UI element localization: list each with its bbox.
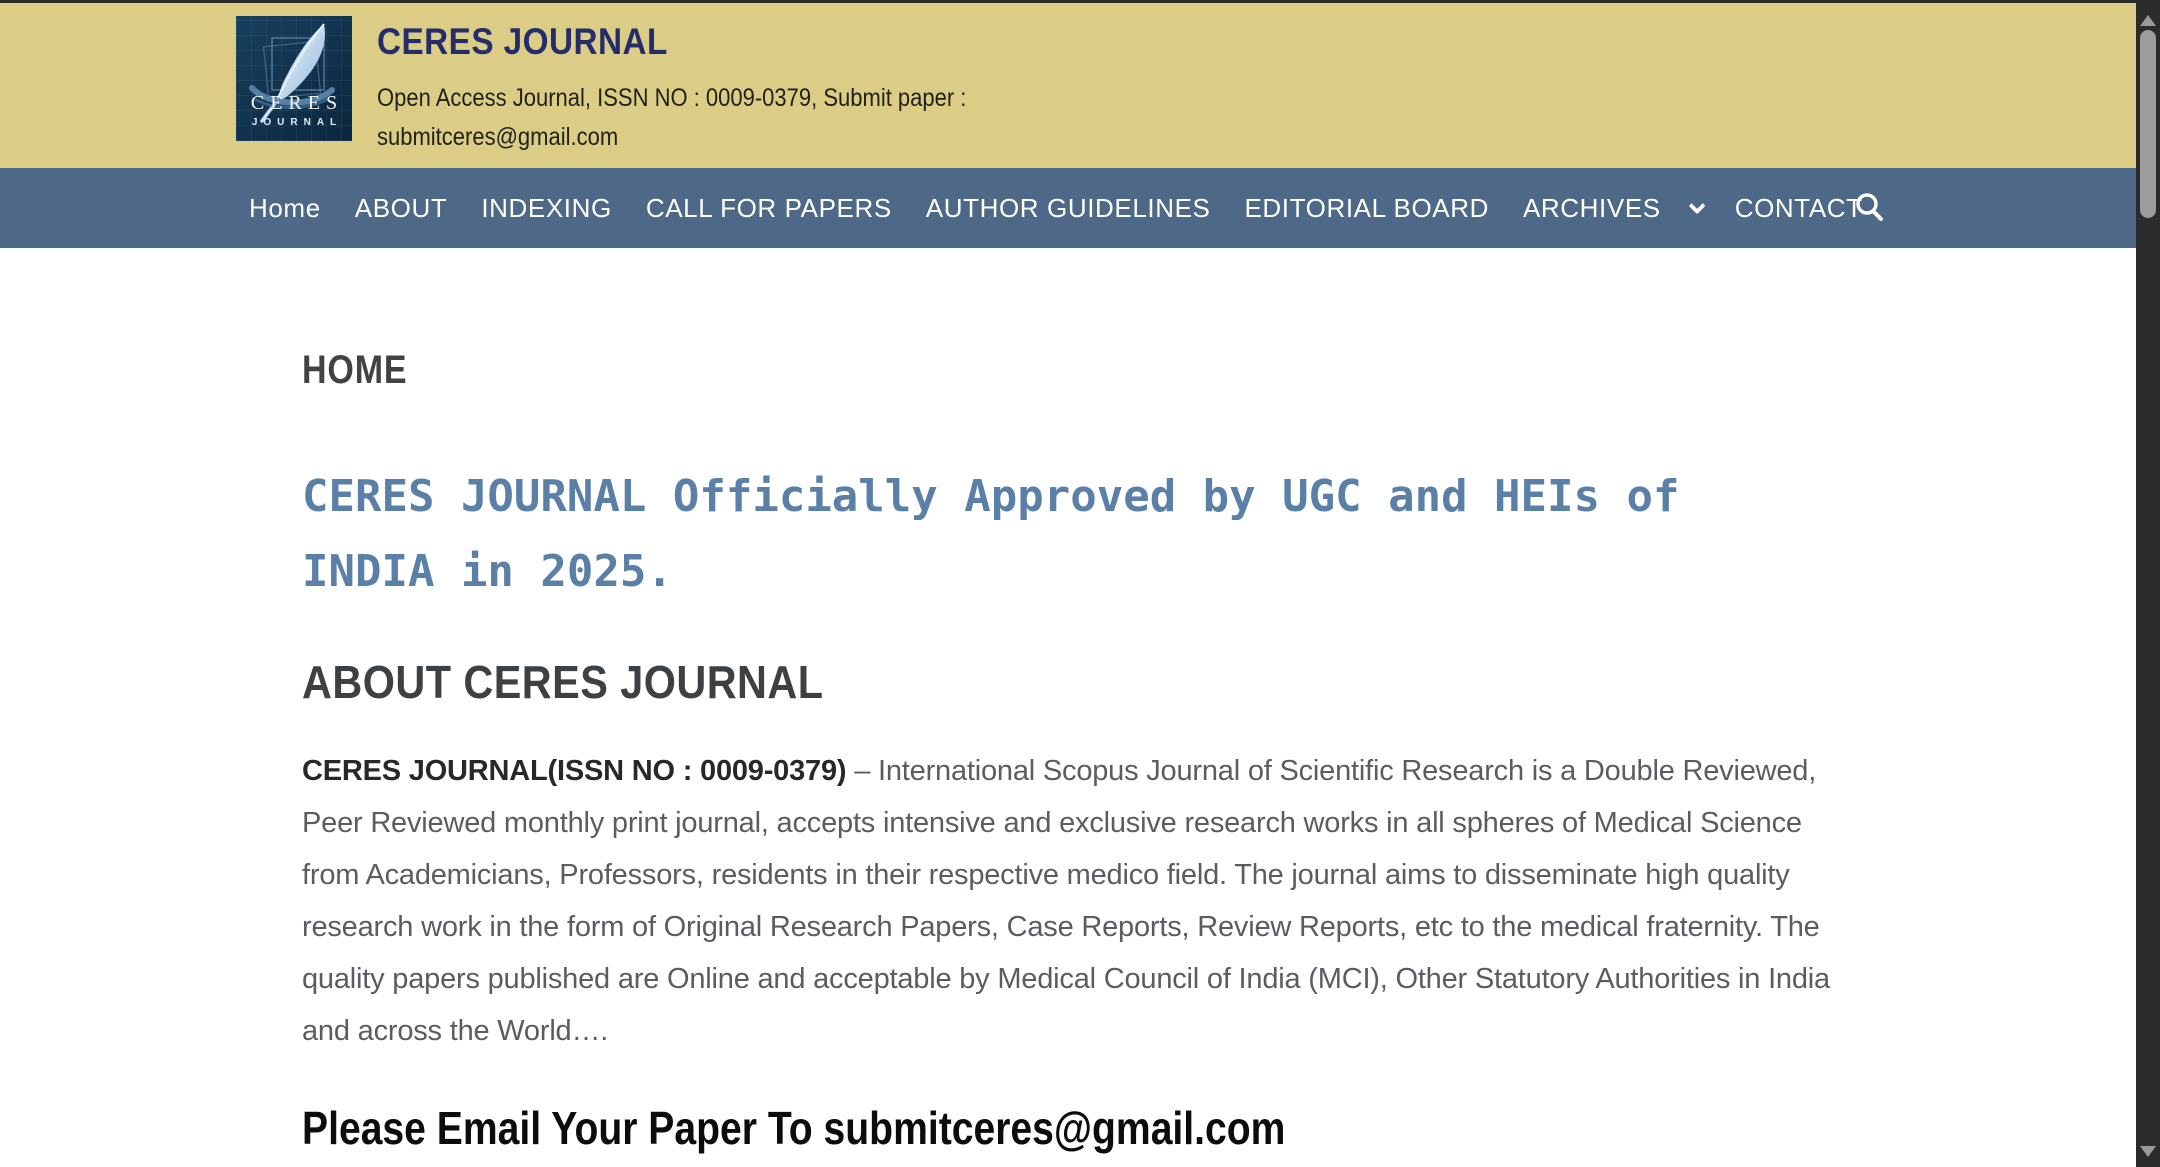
site-subtitle-line1: Open Access Journal, ISSN NO : 0009-0379… xyxy=(377,79,966,118)
logo-wordmark-journal: JOURNAL xyxy=(236,117,352,128)
journal-logo[interactable]: CERES JOURNAL xyxy=(236,16,352,141)
triangle-down-icon xyxy=(2140,1146,2156,1157)
nav-item-label: Home xyxy=(249,193,321,224)
header-text-block: CERES JOURNAL Open Access Journal, ISSN … xyxy=(377,21,1047,157)
nav-item-label: EDITORIAL BOARD xyxy=(1244,193,1489,224)
nav-item-label: INDEXING xyxy=(481,193,611,224)
nav-item-label: CONTACT xyxy=(1735,193,1863,224)
nav-item-label: AUTHOR GUIDELINES xyxy=(926,193,1211,224)
nav-item-archives[interactable]: ARCHIVES xyxy=(1506,193,1718,224)
nav-item-call-for-papers[interactable]: CALL FOR PAPERS xyxy=(629,193,909,224)
nav-item-label: CALL FOR PAPERS xyxy=(646,193,892,224)
page-title: HOME xyxy=(302,348,1861,393)
nav-list: Home ABOUT INDEXING CALL FOR PAPERS AUTHOR G… xyxy=(0,168,2136,248)
search-icon xyxy=(1854,191,1886,223)
page-content: HOME CERES JOURNAL Officially Approved b… xyxy=(0,248,2136,1155)
browser-viewport: CERES JOURNAL CERES JOURNAL Open Access … xyxy=(0,0,2160,1167)
about-section-heading: ABOUT CERES JOURNAL xyxy=(302,655,1953,709)
scrollbar[interactable] xyxy=(2136,0,2160,1167)
nav-item-author-guidelines[interactable]: AUTHOR GUIDELINES xyxy=(909,193,1228,224)
nav-item-about[interactable]: ABOUT xyxy=(338,193,465,224)
main-nav: Home ABOUT INDEXING CALL FOR PAPERS AUTHOR G… xyxy=(0,168,2136,248)
nav-item-label: ABOUT xyxy=(355,193,448,224)
site-header: CERES JOURNAL CERES JOURNAL Open Access … xyxy=(0,3,2136,168)
nav-item-editorial-board[interactable]: EDITORIAL BOARD xyxy=(1227,193,1506,224)
about-paragraph-text: – International Scopus Journal of Scient… xyxy=(302,755,1830,1047)
site-subtitle-line2: submitceres@gmail.com xyxy=(377,118,966,157)
scroll-thumb[interactable] xyxy=(2140,30,2156,218)
chevron-down-icon[interactable] xyxy=(1688,197,1705,214)
nav-item-label: ARCHIVES xyxy=(1523,193,1661,224)
site-title[interactable]: CERES JOURNAL xyxy=(377,21,980,63)
search-button[interactable] xyxy=(1852,190,1888,226)
logo-wordmark-ceres: CERES xyxy=(236,92,352,115)
nav-item-indexing[interactable]: INDEXING xyxy=(464,193,628,224)
about-paragraph-bold: CERES JOURNAL(ISSN NO : 0009-0379) xyxy=(302,755,846,787)
submit-email-heading: Please Email Your Paper To submitceres@g… xyxy=(302,1101,1861,1155)
window-top-edge xyxy=(0,0,2160,3)
about-paragraph: CERES JOURNAL(ISSN NO : 0009-0379) – Int… xyxy=(302,745,1832,1057)
nav-item-home[interactable]: Home xyxy=(232,193,338,224)
scroll-up-button[interactable] xyxy=(2136,4,2160,30)
announcement-heading: CERES JOURNAL Officially Approved by UGC… xyxy=(302,459,1762,609)
scroll-down-button[interactable] xyxy=(2136,1135,2160,1161)
triangle-up-icon xyxy=(2140,15,2156,26)
